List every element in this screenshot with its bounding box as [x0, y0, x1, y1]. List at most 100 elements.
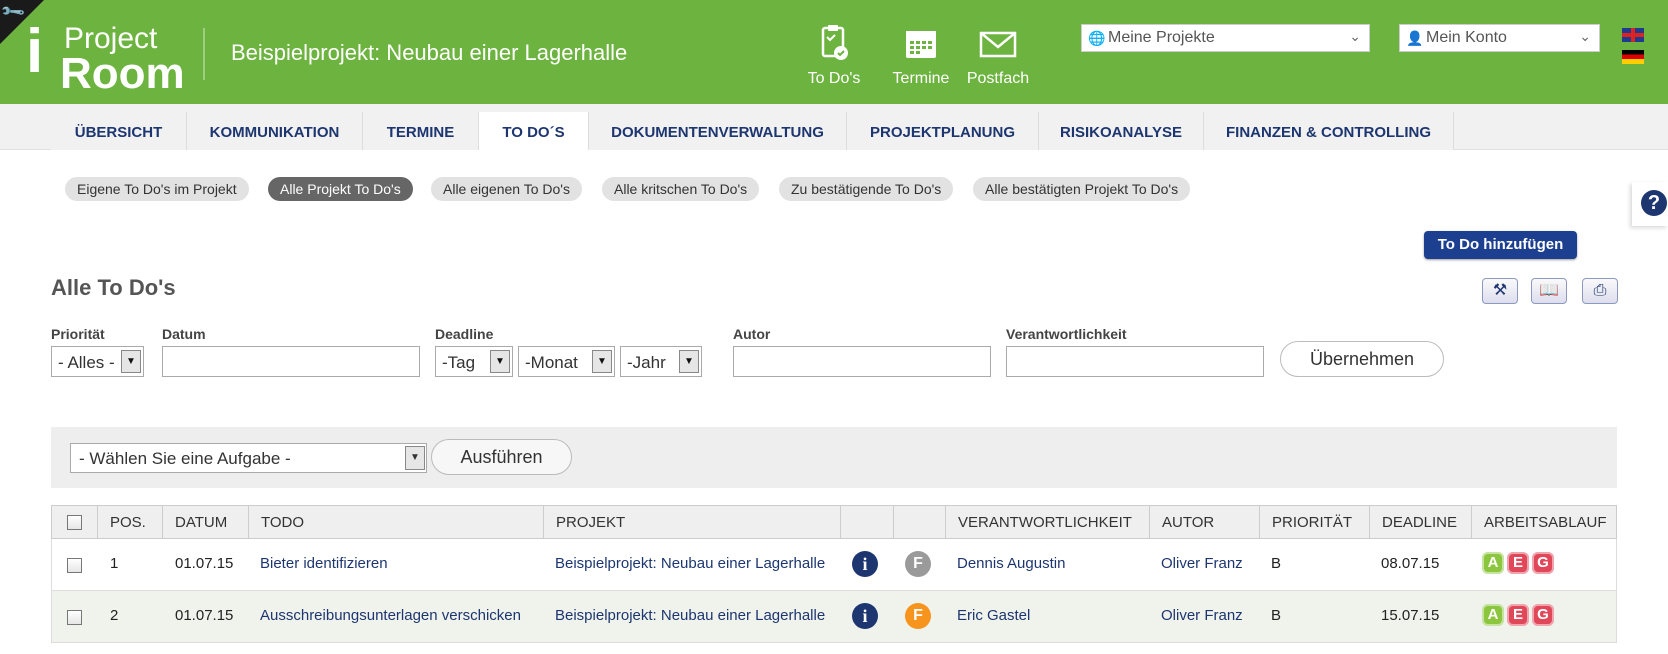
account-select[interactable]: 👤 Mein Konto ⌄	[1399, 24, 1600, 52]
bulk-action-bar: - Wählen Sie eine Aufgabe - ▼ Ausführen	[51, 427, 1617, 488]
task-select-value: - Wählen Sie eine Aufgabe -	[79, 449, 291, 468]
select-all-checkbox[interactable]	[67, 515, 82, 530]
app-header: 🔧 i Project Room Beispielprojekt: Neubau…	[0, 0, 1668, 104]
row-todo-link[interactable]: Bieter identifizieren	[260, 555, 388, 572]
row-todo-link[interactable]: Ausschreibungsunterlagen verschicken	[260, 607, 521, 624]
nav-termine-label: Termine	[892, 70, 950, 87]
workflow-a-icon[interactable]: A	[1482, 604, 1504, 626]
flag-uk-icon[interactable]	[1622, 28, 1644, 42]
tab-kommunikation[interactable]: KOMMUNIKATION	[187, 112, 363, 150]
pill-alle-bestaetigten-todos[interactable]: Alle bestätigten Projekt To Do's	[973, 177, 1191, 201]
row-datum: 01.07.15	[175, 555, 234, 572]
col-verantwortlichkeit[interactable]: VERANTWORTLICHKEIT	[946, 506, 1150, 538]
row-pos: 1	[110, 555, 119, 572]
table-header: POS. DATUM TODO PROJEKT VERANTWORTLICHKE…	[51, 505, 1617, 539]
book-icon[interactable]: 📖	[1531, 278, 1567, 304]
col-arbeitsablauf: ARBEITSABLAUF	[1484, 514, 1607, 531]
deadline-monat-value: -Monat	[525, 353, 578, 372]
workflow-g-icon[interactable]: G	[1532, 552, 1554, 574]
col-projekt[interactable]: PROJEKT	[544, 506, 841, 538]
col-autor[interactable]: AUTOR	[1150, 506, 1260, 538]
pill-zu-bestaetigende-todos[interactable]: Zu bestätigende To Do's	[779, 177, 954, 201]
row-deadline: 15.07.15	[1381, 607, 1440, 624]
tab-projektplanung[interactable]: PROJEKTPLANUNG	[847, 112, 1039, 150]
pill-alle-kritischen-todos[interactable]: Alle kritschen To Do's	[602, 177, 760, 201]
datum-input[interactable]	[162, 346, 420, 377]
f-status-icon[interactable]: F	[905, 603, 931, 629]
row-prioritaet: B	[1271, 555, 1282, 572]
nav-postfach-label: Postfach	[966, 70, 1030, 87]
autor-input[interactable]	[733, 346, 991, 377]
pill-alle-eigenen-todos[interactable]: Alle eigenen To Do's	[431, 177, 582, 201]
col-prioritaet[interactable]: PRIORITÄT	[1260, 506, 1370, 538]
flag-de-icon[interactable]	[1622, 50, 1644, 64]
header-divider	[203, 28, 205, 80]
prioritaet-select[interactable]: - Alles - ▼	[51, 346, 144, 377]
tab-termine[interactable]: TERMINE	[363, 112, 479, 150]
user-icon: 👤	[1406, 30, 1424, 46]
row-autor[interactable]: Oliver Franz	[1161, 607, 1243, 624]
tools-icon[interactable]: ⚒	[1482, 278, 1518, 304]
todo-table: POS. DATUM TODO PROJEKT VERANTWORTLICHKE…	[51, 505, 1617, 643]
deadline-tag-value: -Tag	[442, 353, 476, 372]
row-verantwortlich[interactable]: Eric Gastel	[957, 607, 1030, 624]
col-datum[interactable]: DATUM	[163, 506, 249, 538]
add-todo-button[interactable]: To Do hinzufügen	[1424, 231, 1577, 259]
task-select[interactable]: - Wählen Sie eine Aufgabe - ▼	[70, 443, 427, 473]
nav-todos[interactable]: To Do's	[789, 22, 879, 88]
app-logo[interactable]: i Project Room	[26, 20, 196, 96]
workflow-e-icon[interactable]: E	[1507, 604, 1529, 626]
globe-icon: 🌐	[1088, 30, 1106, 46]
row-autor[interactable]: Oliver Franz	[1161, 555, 1243, 572]
row-checkbox[interactable]	[67, 558, 82, 573]
tab-dokumentenverwaltung[interactable]: DOKUMENTENVERWALTUNG	[589, 112, 847, 150]
pill-eigene-todos-projekt[interactable]: Eigene To Do's im Projekt	[65, 177, 249, 201]
row-pos: 2	[110, 607, 119, 624]
run-button[interactable]: Ausführen	[431, 439, 572, 475]
deadline-jahr-select[interactable]: -Jahr ▼	[620, 346, 702, 377]
tab-uebersicht[interactable]: ÜBERSICHT	[51, 112, 187, 150]
projects-select[interactable]: 🌐 Meine Projekte ⌄	[1081, 24, 1370, 52]
print-icon[interactable]: ⎙	[1582, 278, 1618, 304]
mail-icon	[953, 22, 1043, 66]
header-select-cell	[52, 506, 98, 538]
workflow-a-icon[interactable]: A	[1482, 552, 1504, 574]
tab-todos[interactable]: TO DO´S	[479, 112, 589, 150]
info-icon[interactable]: i	[852, 603, 878, 629]
chevron-down-icon: ⌄	[1349, 28, 1361, 44]
dropdown-arrow-icon: ▼	[121, 350, 141, 373]
datum-label: Datum	[162, 326, 206, 342]
row-prioritaet: B	[1271, 607, 1282, 624]
row-projekt-link[interactable]: Beispielprojekt: Neubau einer Lagerhalle	[555, 555, 825, 572]
page-title: Alle To Do's	[51, 275, 176, 300]
pill-alle-projekt-todos[interactable]: Alle Projekt To Do's	[268, 177, 413, 201]
col-todo[interactable]: TODO	[249, 506, 544, 538]
chevron-down-icon: ⌄	[1579, 28, 1591, 44]
deadline-jahr-value: -Jahr	[627, 353, 666, 372]
verantwortlichkeit-input[interactable]	[1006, 346, 1264, 377]
table-row[interactable]: 1 01.07.15 Bieter identifizieren Beispie…	[51, 539, 1617, 591]
col-info	[841, 506, 894, 538]
apply-button[interactable]: Übernehmen	[1280, 341, 1444, 377]
col-pos[interactable]: POS.	[98, 506, 163, 538]
help-tab[interactable]: ?	[1632, 182, 1668, 226]
row-projekt-link[interactable]: Beispielprojekt: Neubau einer Lagerhalle	[555, 607, 825, 624]
tab-risikoanalyse[interactable]: RISIKOANALYSE	[1039, 112, 1204, 150]
nav-postfach[interactable]: Postfach	[953, 22, 1043, 88]
deadline-monat-select[interactable]: -Monat ▼	[518, 346, 615, 377]
main-tabbar: ÜBERSICHT KOMMUNIKATION TERMINE TO DO´S …	[0, 104, 1668, 150]
table-row[interactable]: 2 01.07.15 Ausschreibungsunterlagen vers…	[51, 591, 1617, 643]
help-icon[interactable]: ?	[1641, 190, 1667, 216]
row-checkbox[interactable]	[67, 610, 82, 625]
row-verantwortlich[interactable]: Dennis Augustin	[957, 555, 1065, 572]
deadline-tag-select[interactable]: -Tag ▼	[435, 346, 513, 377]
tab-finanzen-controlling[interactable]: FINANZEN & CONTROLLING	[1204, 112, 1454, 150]
dropdown-arrow-icon: ▼	[405, 446, 425, 470]
prioritaet-select-value: - Alles -	[58, 353, 115, 372]
workflow-e-icon[interactable]: E	[1507, 552, 1529, 574]
workflow-g-icon[interactable]: G	[1532, 604, 1554, 626]
f-status-icon[interactable]: F	[905, 551, 931, 577]
col-deadline[interactable]: DEADLINE	[1370, 506, 1472, 538]
info-icon[interactable]: i	[852, 551, 878, 577]
dropdown-arrow-icon: ▼	[679, 350, 699, 373]
